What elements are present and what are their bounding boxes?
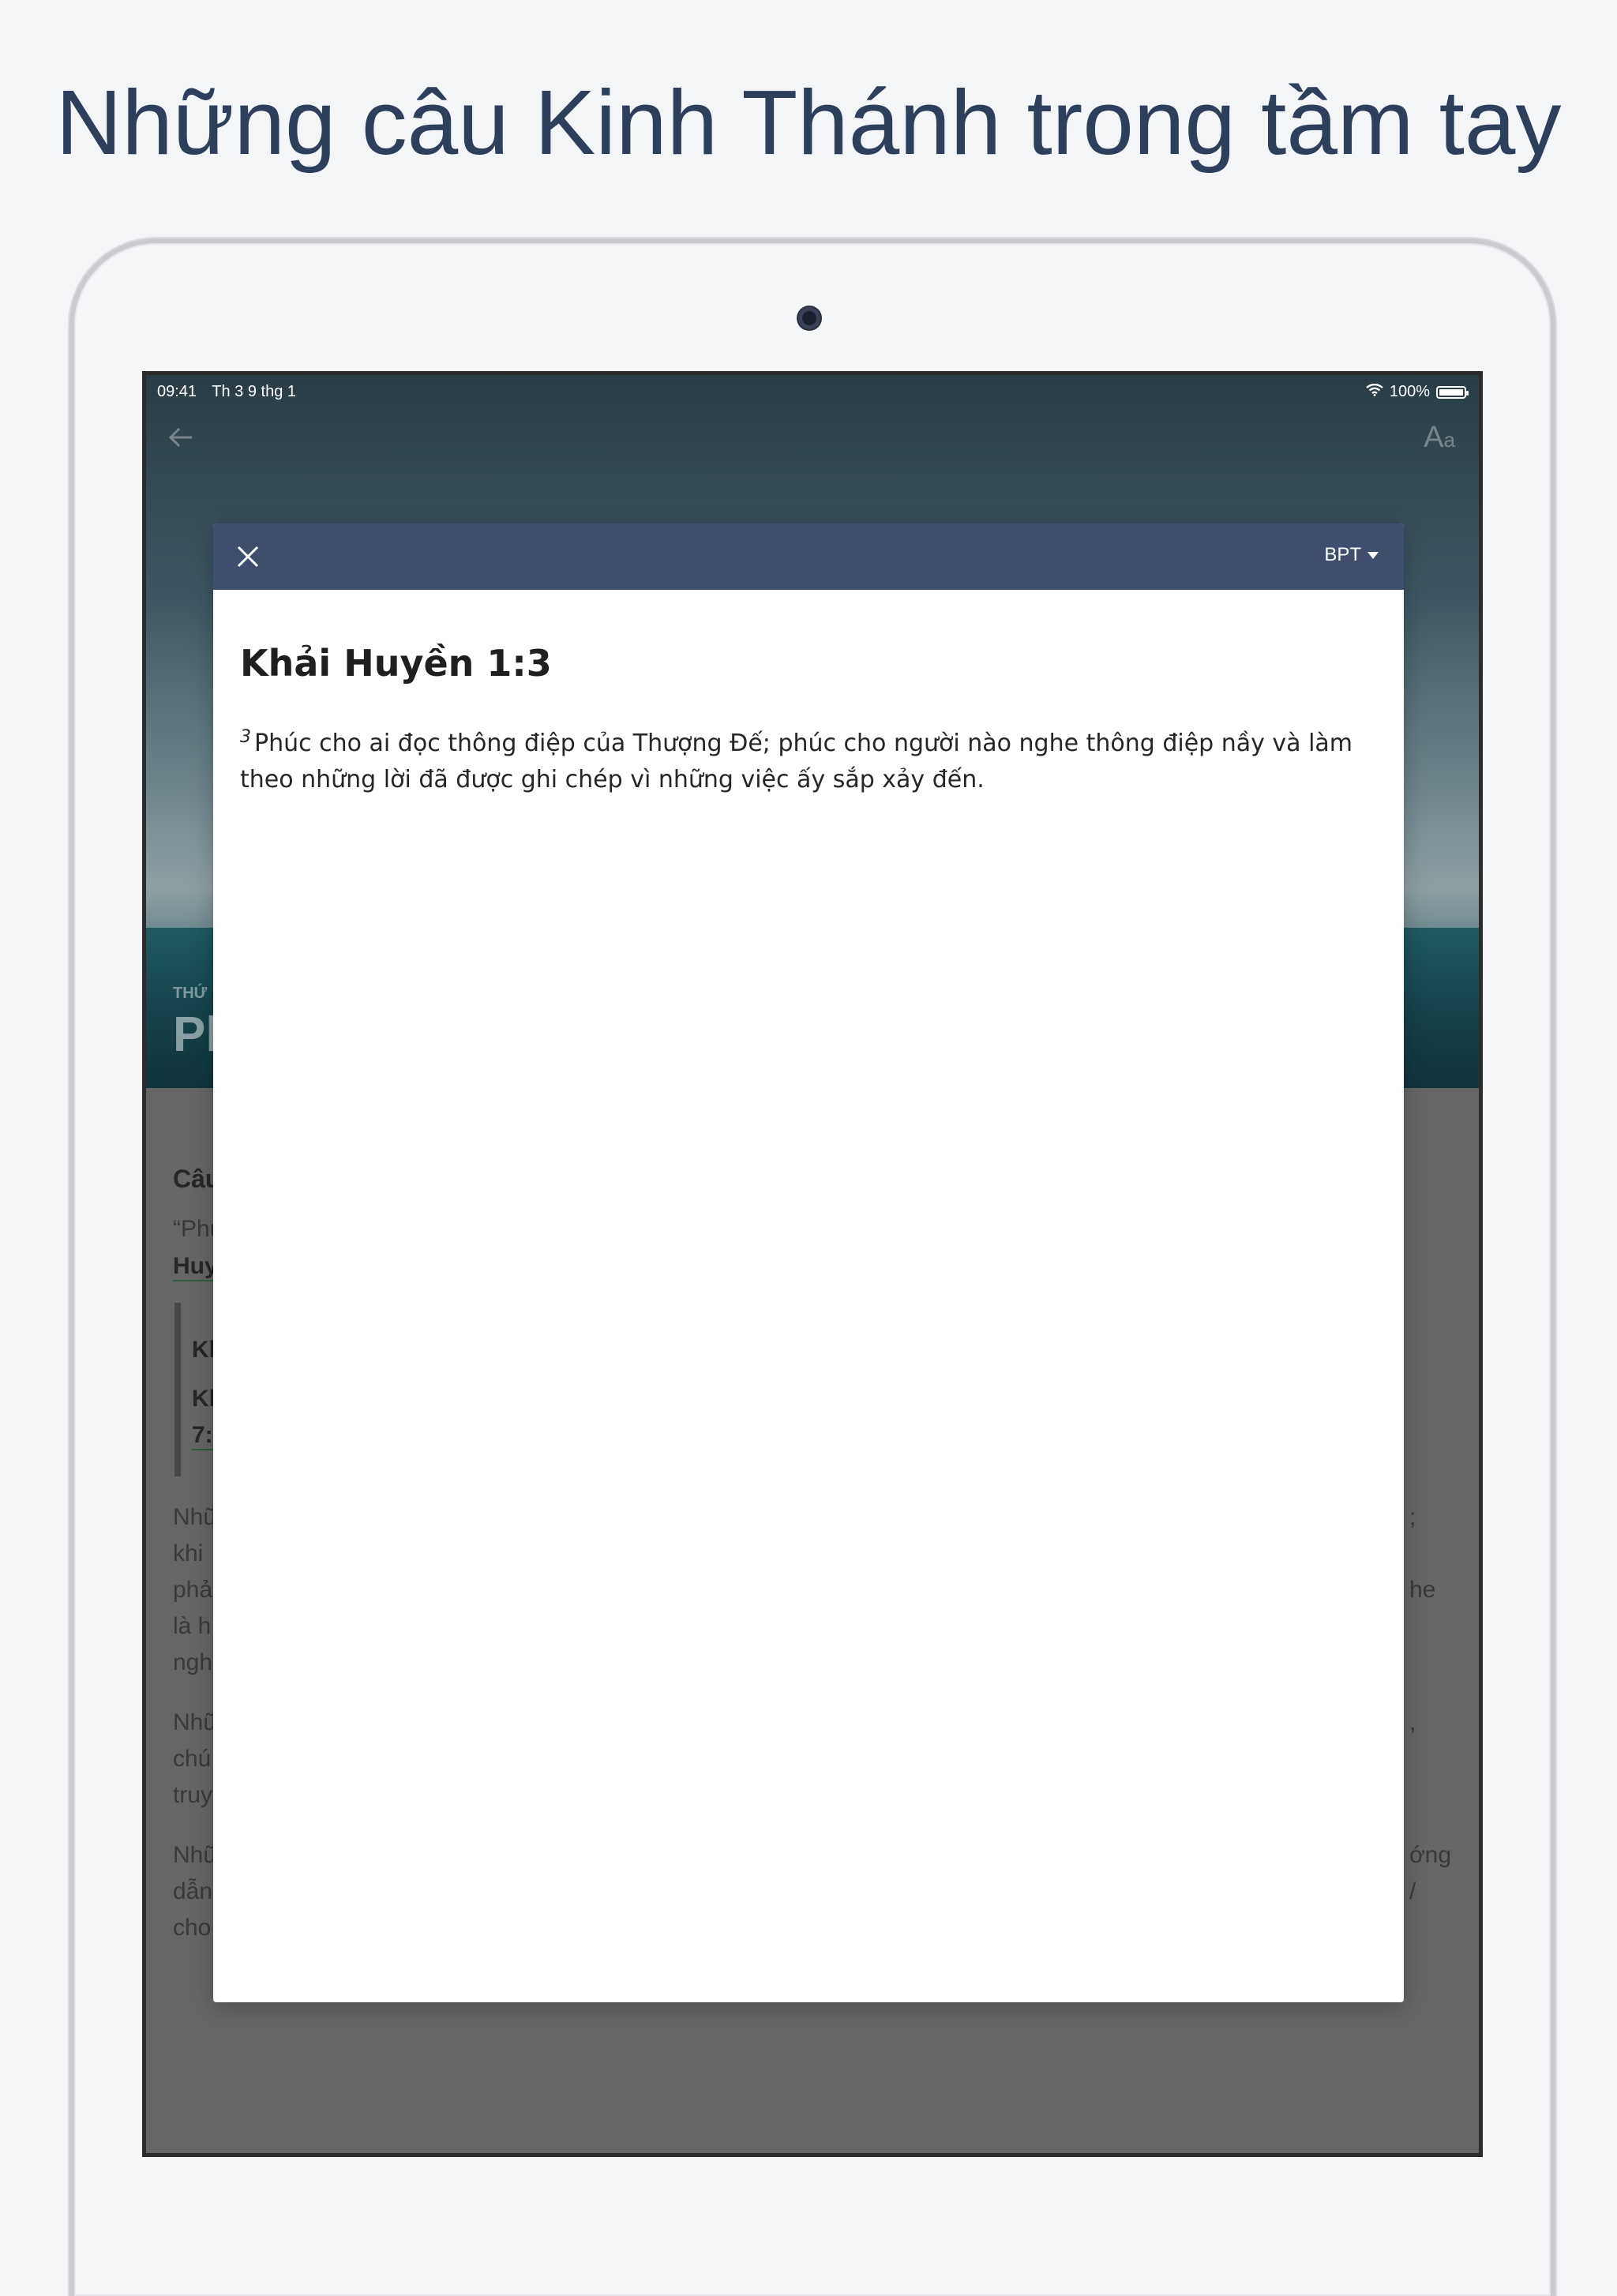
para2-line1: Nhữ: [173, 1709, 219, 1735]
status-time: 09:41: [157, 383, 197, 400]
front-camera: [798, 307, 820, 329]
popup-header: BPT: [213, 523, 1404, 590]
arrow-left-icon[interactable]: [168, 421, 193, 456]
para3-line3: cho: [173, 1915, 212, 1941]
status-bar: 09:41 Th 3 9 thg 1 100%: [146, 375, 1479, 410]
para1-line4: là h: [173, 1613, 212, 1639]
para2-right-1: ,: [1409, 1709, 1416, 1735]
para1-right-1: ;: [1409, 1504, 1416, 1530]
version-selector[interactable]: BPT: [1324, 544, 1379, 566]
battery-percent: 100%: [1389, 383, 1430, 400]
para3-right-1: ớng: [1409, 1842, 1452, 1868]
promo-headline: Những câu Kinh Thánh trong tầm tay: [55, 71, 1562, 174]
para2-line2: chú: [173, 1746, 212, 1772]
verse-text-block: 3 Phúc cho ai đọc thông điệp của Thượng Đ…: [240, 719, 1361, 798]
app-screen: 09:41 Th 3 9 thg 1 100% Aa THỨ Ph Câu “P…: [142, 371, 1483, 2157]
verse-popup: BPT Khải Huyền 1:3 3 Phúc cho ai đọc thôn…: [213, 523, 1404, 2002]
font-size-icon[interactable]: Aa: [1424, 421, 1455, 455]
close-icon[interactable]: [229, 538, 267, 576]
caret-down-icon: [1368, 551, 1379, 559]
quote-bar: [174, 1303, 181, 1476]
para1-line2: khi: [173, 1540, 204, 1566]
link-underline: [192, 1449, 216, 1450]
verse-text: Phúc cho ai đọc thông điệp của Thượng Đế…: [240, 730, 1353, 793]
para1-right-2: he: [1409, 1577, 1436, 1603]
para1-line1: Nhữ: [173, 1504, 219, 1530]
font-size-label-big: A: [1424, 421, 1444, 454]
para1-line3: phả: [173, 1577, 213, 1603]
verse-reference: Khải Huyền 1:3: [240, 642, 552, 685]
font-size-label-small: a: [1443, 428, 1455, 452]
para1-line5: ngh: [173, 1649, 213, 1675]
version-label: BPT: [1324, 544, 1361, 565]
status-date: Th 3 9 thg 1: [212, 383, 297, 400]
verse-number: 3: [240, 727, 251, 747]
para3-right-2: /: [1409, 1878, 1416, 1904]
battery-icon: [1436, 385, 1469, 399]
hero-kicker: THỨ: [173, 985, 208, 1002]
wifi-icon: [1366, 383, 1383, 400]
para2-line3: truy: [173, 1782, 213, 1808]
para3-line2: dẫn: [173, 1878, 213, 1904]
para3-line1: Nhữ: [173, 1842, 219, 1868]
quote-ref-3[interactable]: 7:: [192, 1422, 213, 1449]
